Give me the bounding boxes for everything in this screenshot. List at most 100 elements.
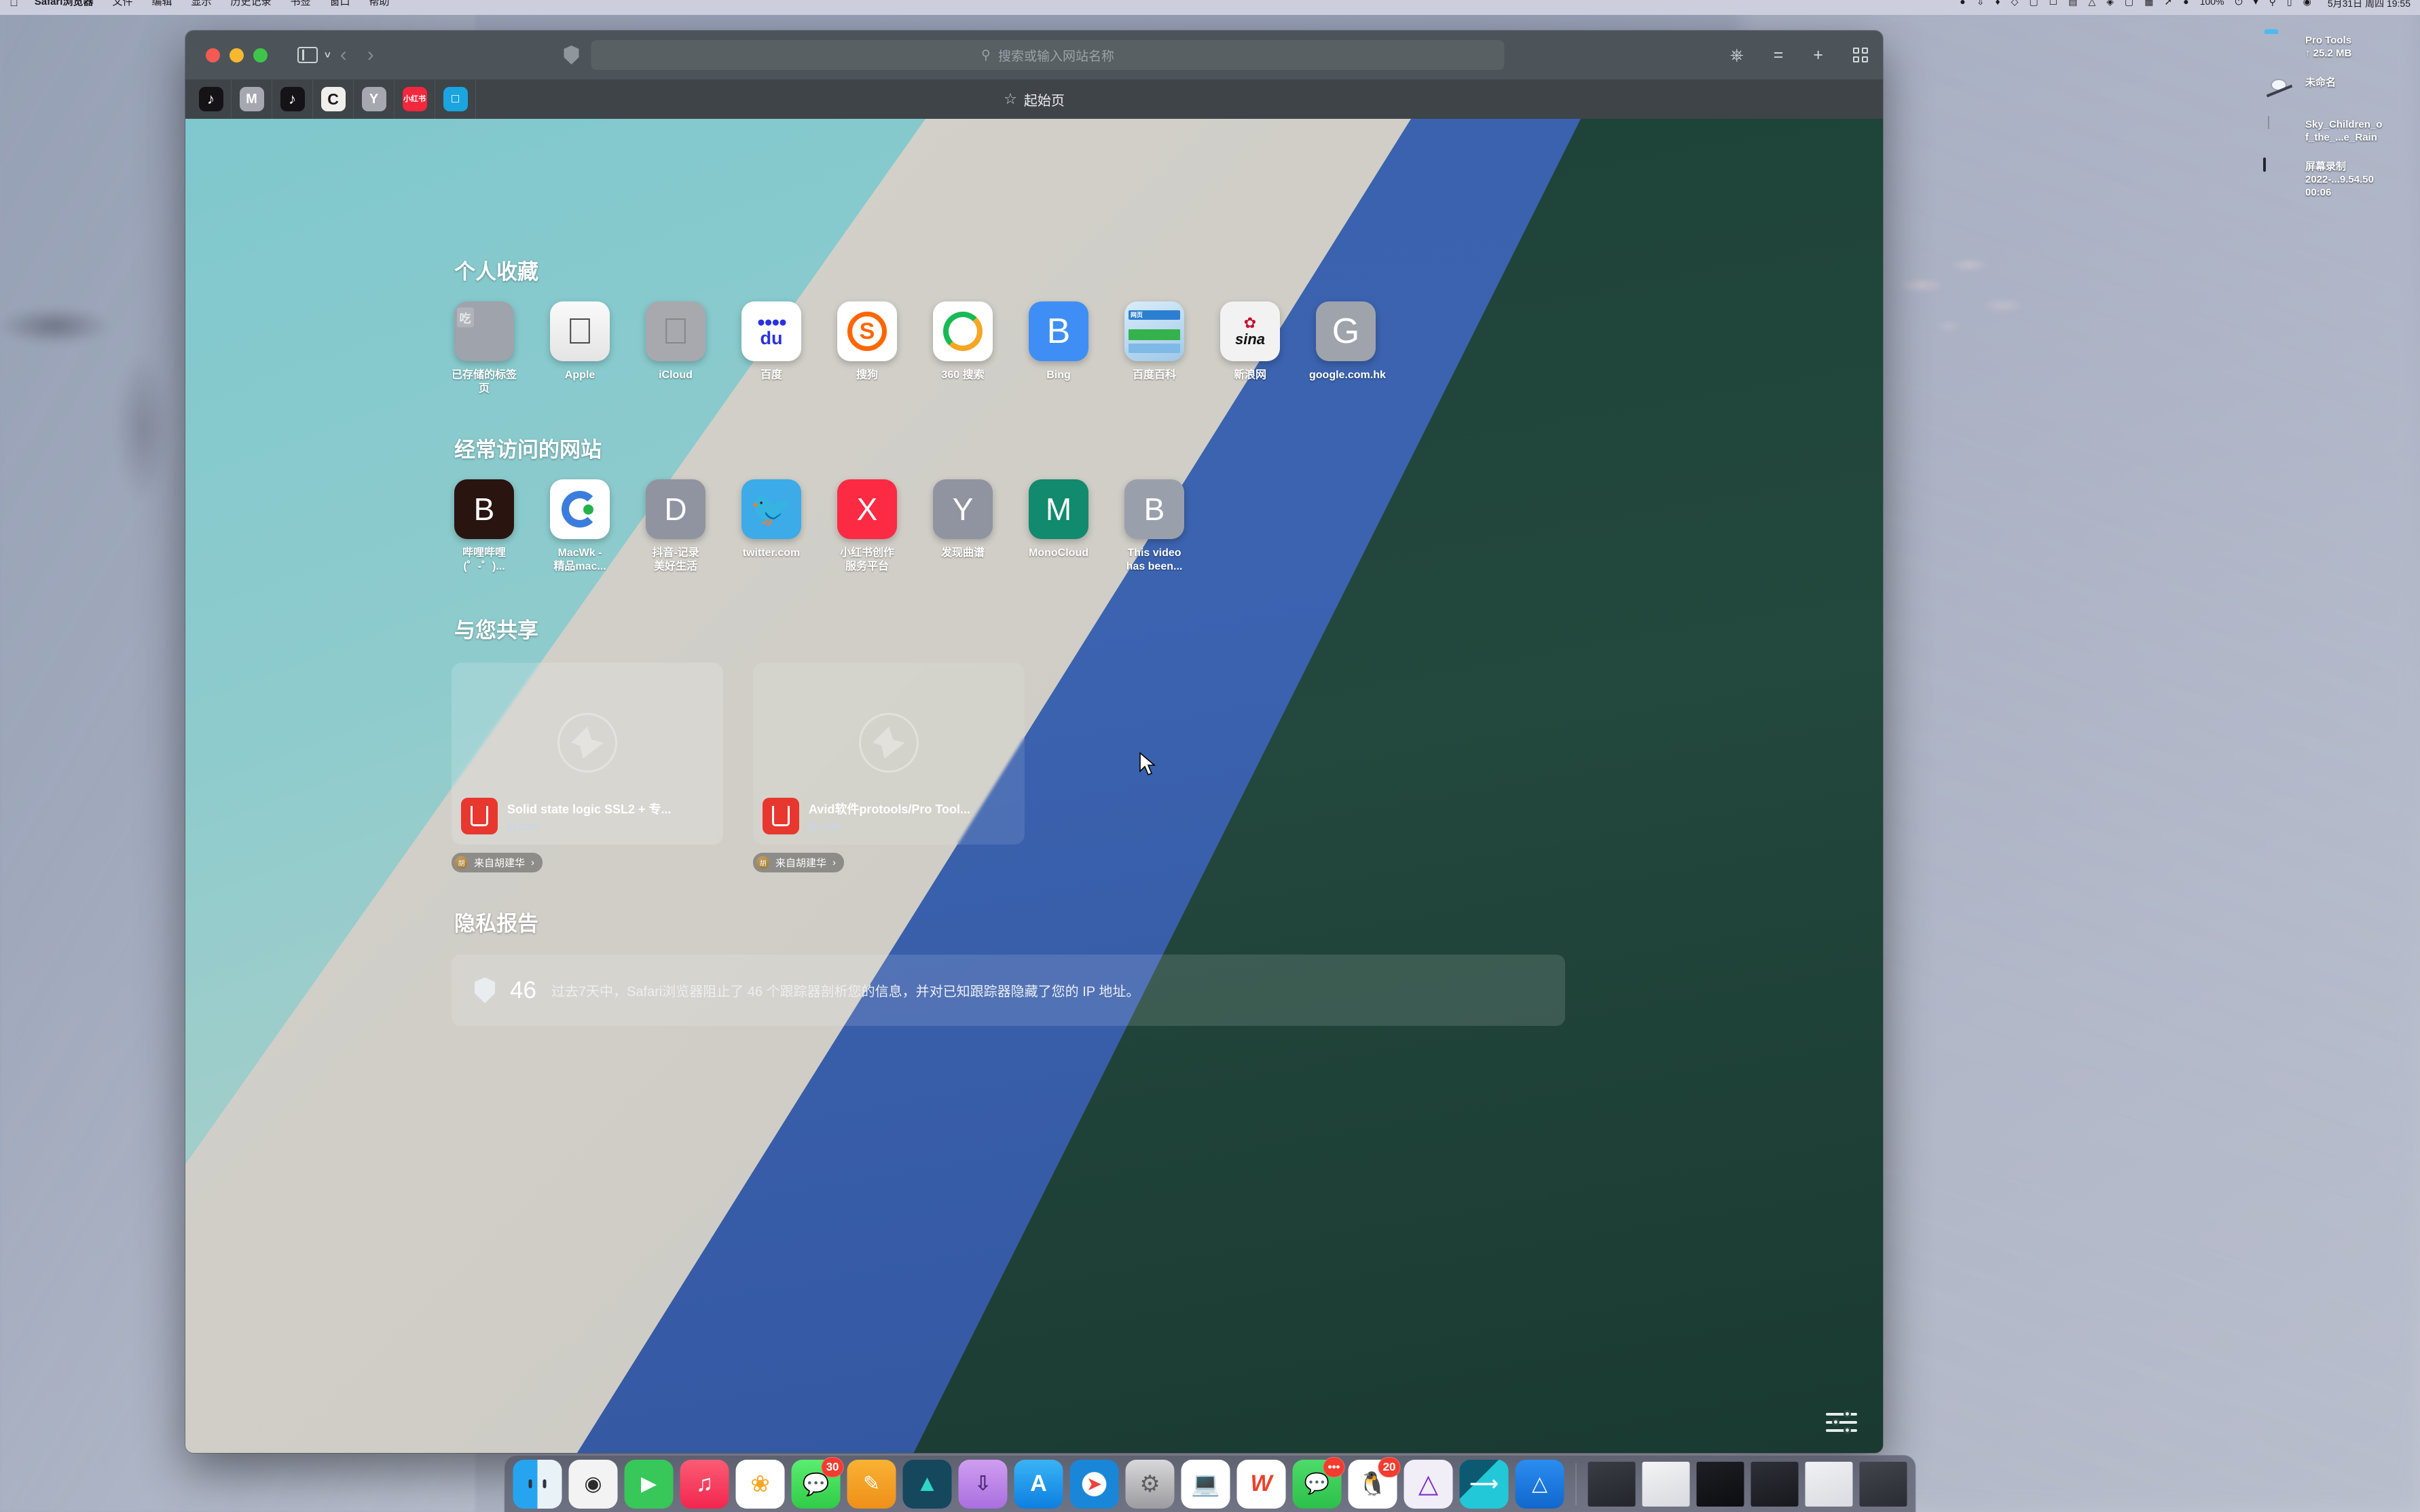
menu-item-history[interactable]: 历史记录	[231, 0, 272, 7]
back-chevron-icon[interactable]: ‹	[340, 43, 347, 67]
frequent-twitter[interactable]: 🐦 twitter.com	[739, 479, 804, 574]
apple-logo-icon[interactable]: 	[10, 0, 18, 10]
bookmark-c[interactable]: C	[313, 79, 354, 119]
dock-item-keka[interactable]: ⟶	[1459, 1459, 1509, 1509]
shared-from-pill[interactable]: 胡 来自胡建华 ›	[452, 853, 543, 872]
shared-from-pill[interactable]: 胡 来自胡建华 ›	[753, 853, 845, 872]
display-icon[interactable]: ▢	[2029, 0, 2038, 7]
bookmark-bilibili[interactable]: ☐	[435, 79, 476, 119]
favorite-sina[interactable]: ✿ sina 新浪网	[1217, 301, 1283, 396]
window-thumb-photos[interactable]	[1859, 1461, 1907, 1507]
bluetooth-icon[interactable]: ♦	[1996, 0, 2000, 7]
menu-item-file[interactable]: 文件	[112, 0, 132, 7]
dock-item-screenshot[interactable]: ◉	[568, 1459, 618, 1509]
dock-item-cleaner[interactable]: ▲	[902, 1459, 952, 1509]
bookmark-m[interactable]: M	[232, 79, 272, 119]
menu-item-app[interactable]: Safari浏览器	[35, 0, 94, 7]
window-thumb-affinity[interactable]	[1750, 1461, 1799, 1507]
dock-item-photos[interactable]: ❀	[735, 1459, 785, 1509]
shared-card[interactable]: Avid软件protools/Pro Tool... jd.com	[753, 663, 1025, 845]
dock-item-safari[interactable]: ➤	[1069, 1459, 1119, 1509]
tab-overview-icon[interactable]	[1853, 48, 1868, 62]
wifi-icon[interactable]: ▾	[2254, 0, 2258, 7]
start-page-settings-icon[interactable]	[1826, 1410, 1857, 1434]
frequent-douyin[interactable]: D 抖音-记录 美好生活	[643, 479, 708, 574]
window-thumb-dark[interactable]	[1696, 1461, 1744, 1507]
dock-item-screen-sharing[interactable]: 💻	[1181, 1459, 1230, 1509]
download-icon[interactable]: ⇩	[1977, 0, 1985, 7]
dock-item-wps-office[interactable]: W	[1236, 1459, 1286, 1509]
shared-card[interactable]: Solid state logic SSL2 + 专... jd.com	[452, 663, 723, 845]
menu-item-bookmarks[interactable]: 书签	[291, 0, 311, 7]
bookmark-douyin[interactable]: ♪	[272, 79, 313, 119]
bookmark-tiktok[interactable]: ♪	[191, 79, 232, 119]
favorite-sogou[interactable]: S 搜狗	[835, 301, 900, 396]
dock-item-qq[interactable]: 🐧 20	[1348, 1456, 1401, 1509]
favorite-saved-tabs[interactable]: 吃 已存储的标签页	[452, 301, 517, 396]
dock-item-mountain-duck[interactable]: △	[1515, 1459, 1564, 1509]
dock-item-affinity[interactable]: △	[1404, 1459, 1453, 1509]
dock-item-wechat[interactable]: 💬 •••	[1292, 1456, 1345, 1509]
siri-icon[interactable]: ◉	[2303, 0, 2311, 7]
favorite-baidu-baike[interactable]: 网页 百度百科	[1122, 301, 1187, 396]
sidebar-toggle-icon[interactable]	[297, 47, 318, 63]
close-button[interactable]	[206, 48, 220, 62]
mouse-icon[interactable]: ●	[2183, 0, 2188, 7]
chevron-down-icon[interactable]: ˅	[325, 50, 331, 61]
dock-item-messages[interactable]: 💬 30	[791, 1456, 844, 1509]
frequent-monocloud[interactable]: M MonoCloud	[1026, 479, 1091, 574]
menu-bar-clock[interactable]: 5月31日 周四 19:55	[2328, 0, 2410, 10]
favorite-apple[interactable]:  Apple	[547, 301, 612, 396]
calendar-icon[interactable]: ▦	[2144, 0, 2153, 7]
favorite-icloud[interactable]:  iCloud	[643, 301, 708, 396]
bookmark-xiaohongshu[interactable]: 小红书	[395, 79, 435, 119]
frequent-macwk[interactable]: MacWk - 精品mac...	[547, 479, 612, 574]
menu-item-window[interactable]: 窗口	[330, 0, 350, 7]
address-bar[interactable]: ⚲ 搜索或输入网站名称	[591, 40, 1505, 70]
clipboard-icon[interactable]: ☐	[2049, 0, 2058, 7]
privacy-shield-icon[interactable]	[564, 45, 579, 64]
new-tab-icon[interactable]: +	[1813, 46, 1823, 64]
frequent-xiaohongshu[interactable]: X 小红书创作 服务平台	[835, 479, 900, 574]
microphone-icon[interactable]: ●	[1960, 0, 1965, 7]
dropbox-icon[interactable]: ◇	[2011, 0, 2019, 7]
desktop-item-pro-tools[interactable]: Pro Tools ↑ 25.2 MB	[2263, 33, 2416, 64]
window-thumb-wps[interactable]	[1642, 1461, 1690, 1507]
dock-item-music[interactable]: ♫	[680, 1459, 729, 1509]
frequent-this-video[interactable]: B This video has been...	[1122, 479, 1187, 574]
spotlight-search-icon[interactable]: ⚲	[2269, 0, 2276, 7]
window-thumb-qq[interactable]	[1805, 1461, 1853, 1507]
frequent-faxian-qupu[interactable]: Y 发现曲谱	[930, 479, 995, 574]
dock-item-notes[interactable]: ✎	[847, 1459, 896, 1509]
battery-manager-icon[interactable]: ▤	[2068, 0, 2077, 7]
share-icon[interactable]: =	[1774, 46, 1784, 64]
menu-item-view[interactable]: 显示	[191, 0, 211, 7]
active-tab[interactable]: ☆ 起始页	[1004, 90, 1065, 109]
favorite-bing[interactable]: B Bing	[1026, 301, 1091, 396]
control-center-icon[interactable]: ▯	[2287, 0, 2292, 7]
frequent-bilibili[interactable]: B 哔哩哔哩 (゜-゜)...	[452, 479, 517, 574]
bookmark-y[interactable]: Y	[354, 79, 395, 119]
dock-item-downie[interactable]: ⇩	[958, 1459, 1008, 1509]
window-thumb-terminal[interactable]	[1588, 1461, 1636, 1507]
pages-icon[interactable]: ▢	[2125, 0, 2133, 7]
menu-item-edit[interactable]: 编辑	[151, 0, 172, 7]
dock-item-facetime[interactable]: ▶	[624, 1459, 674, 1509]
menu-item-help[interactable]: 帮助	[369, 0, 390, 7]
desktop-item-screen-recording[interactable]: 屏幕录制 2022-...9.54.50 00:06	[2263, 158, 2416, 199]
downloads-icon[interactable]: ⎈	[1730, 46, 1744, 64]
favorite-360-search[interactable]: 360 搜索	[930, 301, 995, 396]
desktop-item-untitled[interactable]: 未命名	[2263, 75, 2416, 106]
dock-item-finder[interactable]	[513, 1459, 562, 1509]
privacy-report-card[interactable]: 46 过去7天中，Safari浏览器阻止了 46 个跟踪器剖析您的信息，并对已知…	[452, 955, 1565, 1026]
forward-chevron-icon[interactable]: ›	[367, 43, 374, 67]
airdrop-icon[interactable]: ➚	[2165, 0, 2173, 7]
vpn-icon[interactable]: △	[2088, 0, 2095, 7]
favorite-baidu[interactable]: ●●●● du 百度	[739, 301, 804, 396]
dock-item-app-store[interactable]: A	[1014, 1459, 1063, 1509]
battery-charging-icon[interactable]: ⏻	[2235, 0, 2243, 7]
minimize-button[interactable]	[230, 48, 244, 62]
zoom-button[interactable]	[253, 48, 268, 62]
favorite-google-hk[interactable]: G google.com.hk	[1309, 301, 1386, 396]
desktop-item-sky-children[interactable]: Sky_Children_o f_the_...e_Rain	[2263, 116, 2416, 148]
